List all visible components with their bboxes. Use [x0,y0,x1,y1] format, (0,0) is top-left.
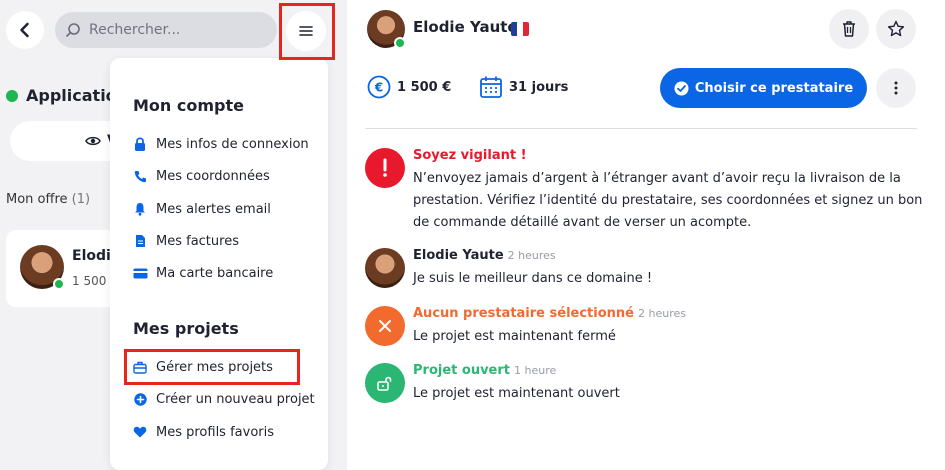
chevron-left-icon [20,22,29,38]
message-title: Projet ouvert 1 heure [413,363,556,378]
online-indicator [53,278,65,290]
menu-item-label: Mes factures [156,233,239,249]
duration-stat: 31 jours [479,75,568,99]
price-value: 1 500 € [397,79,452,95]
message-text: Le projet est maintenant fermé [413,329,616,344]
menu-item-login-info[interactable]: Mes infos de connexion [132,136,309,152]
avatar[interactable] [367,10,406,49]
calendar-icon [480,76,502,98]
menu-item-label: Créer un nouveau projet [156,391,315,407]
phone-icon [134,170,146,182]
check-circle-icon [674,81,689,95]
price-stat: € 1 500 € [367,75,451,99]
search-icon [66,23,80,37]
close-icon [365,306,405,346]
avatar [20,245,65,290]
message-time: 2 heures [637,307,686,320]
menu-item-label: Mes coordonnées [156,168,270,184]
heart-icon [133,426,147,438]
document-icon [135,235,145,247]
offer-label: Mon offre (1) [6,192,90,207]
menu-item-label: Mes alertes email [156,201,271,217]
offer-label-text: Mon offre [6,192,68,207]
message-title: Elodie Yaute 2 heures [413,248,556,263]
eye-icon [85,136,101,146]
plus-circle-icon [133,392,147,406]
menu-item-email-alerts[interactable]: Mes alertes email [132,201,271,217]
favorite-button[interactable] [876,9,916,49]
menu-item-bank-card[interactable]: Ma carte bancaire [132,265,273,281]
trash-icon [843,21,855,37]
search-input[interactable]: Rechercher... [55,12,277,48]
credit-card-icon [133,268,147,278]
menu-item-label: Mes profils favoris [156,424,275,440]
alert-icon [365,148,405,188]
menu-section-account: Mon compte [133,96,244,115]
manage-projects-highlight [124,349,300,385]
lock-icon [135,137,145,151]
search-placeholder: Rechercher... [89,22,181,38]
avatar [365,248,405,288]
back-button[interactable] [6,11,44,49]
menu-button-highlight [279,3,335,60]
message-text: Le projet est maintenant ouvert [413,386,620,401]
choose-provider-label: Choisir ce prestataire [694,80,854,96]
more-vertical-icon [894,81,898,95]
message-event: Aucun prestataire sélectionné [413,306,634,321]
offer-count: (1) [71,192,91,207]
duration-value: 31 jours [509,79,569,95]
message-time: 2 heures [507,249,556,262]
divider [365,128,917,129]
message-text: N’envoyez jamais d’argent à l’étranger a… [413,171,923,230]
delete-button[interactable] [829,9,869,49]
message-title: Aucun prestataire sélectionné 2 heures [413,306,686,321]
menu-item-invoices[interactable]: Mes factures [132,233,239,249]
unlock-icon [365,363,405,403]
svg-text:€: € [374,81,383,95]
account-menu: Mon compte Mes infos de connexion Mes co… [110,58,328,470]
offer-card[interactable]: Elodi 1 500 € [6,230,126,307]
message-title: Soyez vigilant ! [413,148,527,163]
message-event: Projet ouvert [413,363,510,378]
status-dot [6,89,18,102]
menu-item-contact-details[interactable]: Mes coordonnées [132,168,270,184]
euro-icon: € [367,75,391,99]
online-indicator [394,37,406,49]
message-time: 1 heure [514,364,557,377]
message-text: Je suis le meilleur dans ce domaine ! [413,271,653,286]
choose-provider-button[interactable]: Choisir ce prestataire [660,68,867,108]
menu-item-label: Ma carte bancaire [156,265,274,281]
offer-card-name: Elodi [72,248,111,264]
bell-icon [135,203,145,216]
more-options-button[interactable] [876,68,916,108]
menu-item-label: Mes infos de connexion [156,136,309,152]
menu-item-create-project[interactable]: Créer un nouveau projet [132,391,315,407]
star-icon [887,20,905,37]
menu-section-projects: Mes projets [133,319,239,338]
france-flag-icon [511,22,529,36]
provider-name: Elodie Yaute [413,18,518,36]
menu-item-favorite-profiles[interactable]: Mes profils favoris [132,424,274,440]
conversation-panel: Elodie Yaute € 1 500 € 31 jours Choisir … [347,0,945,470]
message-author: Elodie Yaute [413,248,504,263]
